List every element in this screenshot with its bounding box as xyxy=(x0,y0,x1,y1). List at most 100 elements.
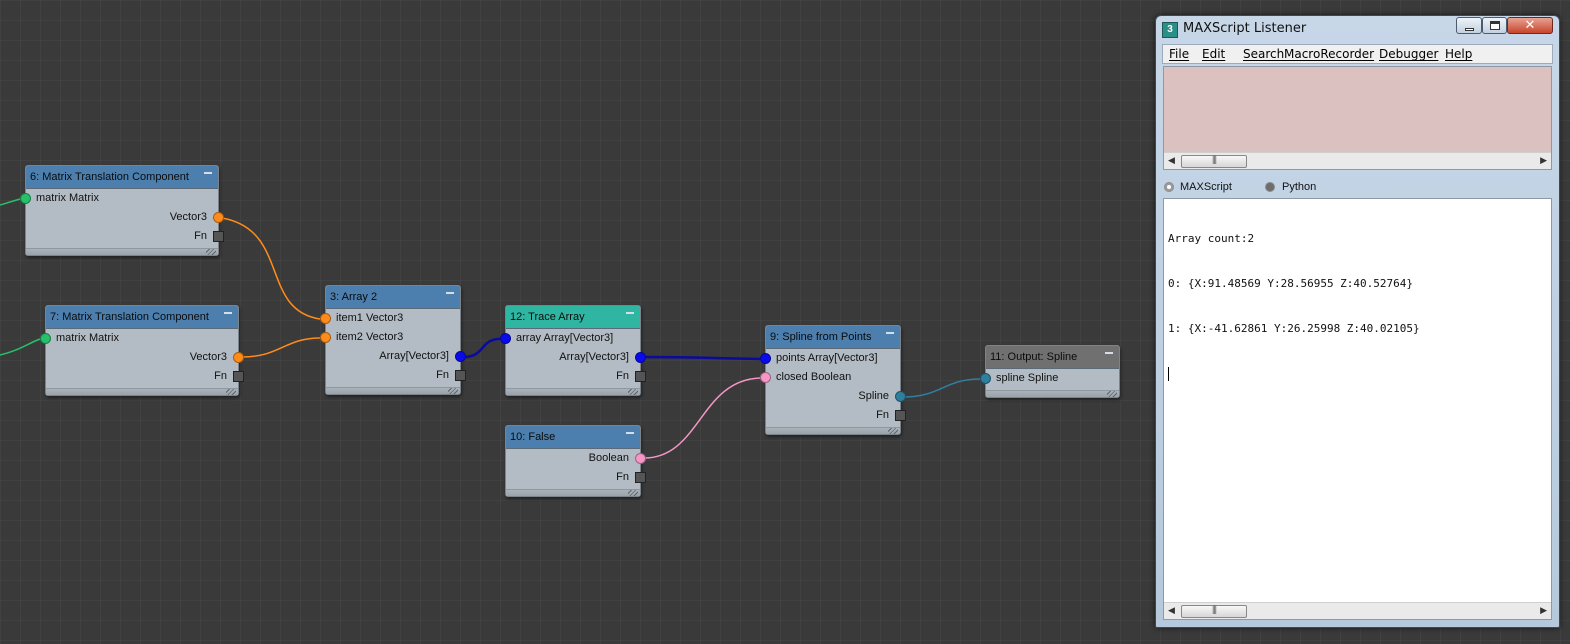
collapse-icon[interactable] xyxy=(885,330,895,336)
menu-macrorecorder[interactable]: MacroRecorder xyxy=(1284,47,1374,61)
node-12-header[interactable]: 12: Trace Array xyxy=(506,306,640,329)
scroll-left-icon[interactable]: ◀ xyxy=(1168,605,1175,616)
resize-grip-icon[interactable] xyxy=(326,387,460,394)
fn-port[interactable] xyxy=(455,370,466,381)
port-label: points Array[Vector3] xyxy=(776,352,878,364)
matrix-input-port[interactable] xyxy=(40,333,51,344)
boolean-input-port[interactable] xyxy=(760,372,771,383)
node-3-output-array: Array[Vector3] xyxy=(326,347,466,366)
node-9-fn: Fn xyxy=(766,406,906,425)
output-text: Array count:2 0: {X:91.48569 Y:28.56955 … xyxy=(1168,201,1420,411)
fn-port[interactable] xyxy=(233,371,244,382)
boolean-output-port[interactable] xyxy=(635,453,646,464)
node-6-header[interactable]: 6: Matrix Translation Component xyxy=(26,166,218,189)
menu-bar: File Edit Search MacroRecorder Debugger … xyxy=(1162,44,1553,64)
menu-file[interactable]: File xyxy=(1169,47,1189,61)
fn-port[interactable] xyxy=(635,472,646,483)
vector3-output-port[interactable] xyxy=(233,352,244,363)
matrix-input-port[interactable] xyxy=(20,193,31,204)
port-label: spline Spline xyxy=(996,372,1059,384)
port-label: matrix Matrix xyxy=(36,192,99,204)
minimize-button[interactable] xyxy=(1456,17,1482,34)
maxscript-radio-label[interactable]: MAXScript xyxy=(1180,181,1232,193)
resize-grip-icon[interactable] xyxy=(26,248,218,255)
node-10-false[interactable]: 10: False Boolean Fn xyxy=(505,425,646,497)
port-label: matrix Matrix xyxy=(56,332,119,344)
array-output-port[interactable] xyxy=(635,352,646,363)
spline-output-port[interactable] xyxy=(895,391,906,402)
array-input-port[interactable] xyxy=(500,333,511,344)
output-line: 1: {X:-41.62861 Y:26.25998 Z:40.02105} xyxy=(1168,322,1420,335)
node-11-output-spline[interactable]: 11: Output: Spline spline Spline xyxy=(980,345,1120,398)
horizontal-scrollbar[interactable]: ◀ ▶ xyxy=(1164,152,1551,169)
python-radio-label[interactable]: Python xyxy=(1282,181,1316,193)
resize-grip-icon[interactable] xyxy=(506,388,640,395)
port-label: Vector3 xyxy=(189,351,227,363)
vector3-output-port[interactable] xyxy=(213,212,224,223)
scroll-right-icon[interactable]: ▶ xyxy=(1540,605,1547,616)
resize-grip-icon[interactable] xyxy=(766,427,900,434)
node-7-output-vector3: Vector3 xyxy=(46,348,244,367)
node-9-output-spline: Spline xyxy=(766,387,906,406)
resize-grip-icon[interactable] xyxy=(506,489,640,496)
maximize-button[interactable] xyxy=(1482,17,1507,34)
collapse-icon[interactable] xyxy=(203,170,213,176)
collapse-icon[interactable] xyxy=(625,310,635,316)
scroll-left-icon[interactable]: ◀ xyxy=(1168,155,1175,166)
node-9-title: 9: Spline from Points xyxy=(770,331,872,343)
node-9-input-points: points Array[Vector3] xyxy=(760,349,900,368)
menu-help[interactable]: Help xyxy=(1445,47,1472,61)
python-radio[interactable] xyxy=(1265,182,1275,192)
spline-input-port[interactable] xyxy=(980,373,991,384)
collapse-icon[interactable] xyxy=(223,310,233,316)
maxscript-radio[interactable] xyxy=(1164,182,1174,192)
node-7-header[interactable]: 7: Matrix Translation Component xyxy=(46,306,238,329)
fn-port[interactable] xyxy=(635,371,646,382)
node-12-trace-array[interactable]: 12: Trace Array array Array[Vector3] Arr… xyxy=(500,305,646,396)
listener-output-pane[interactable]: Array count:2 0: {X:91.48569 Y:28.56955 … xyxy=(1163,198,1552,620)
output-line: Array count:2 xyxy=(1168,232,1255,245)
window-title: MAXScript Listener xyxy=(1183,21,1307,36)
node-10-header[interactable]: 10: False xyxy=(506,426,640,449)
horizontal-scrollbar[interactable]: ◀ ▶ xyxy=(1164,602,1551,619)
node-6-matrix-translation[interactable]: 6: Matrix Translation Component matrix M… xyxy=(20,165,224,256)
vector3-input-port[interactable] xyxy=(320,332,331,343)
close-button[interactable] xyxy=(1507,17,1553,34)
title-bar[interactable]: 3 MAXScript Listener xyxy=(1156,16,1559,42)
node-10-fn: Fn xyxy=(506,468,646,487)
collapse-icon[interactable] xyxy=(625,430,635,436)
wire-false-to-spline-closed xyxy=(643,377,761,459)
scroll-thumb[interactable] xyxy=(1181,154,1247,168)
node-3-input-item1: item1 Vector3 xyxy=(320,309,460,328)
maxscript-listener-window[interactable]: 3 MAXScript Listener File Edit Search Ma… xyxy=(1155,15,1560,628)
node-9-header[interactable]: 9: Spline from Points xyxy=(766,326,900,349)
collapse-icon[interactable] xyxy=(445,290,455,296)
collapse-icon[interactable] xyxy=(1104,350,1114,356)
resize-grip-icon[interactable] xyxy=(986,390,1119,397)
port-label: closed Boolean xyxy=(776,371,852,383)
node-12-title: 12: Trace Array xyxy=(510,311,585,323)
array-input-port[interactable] xyxy=(760,353,771,364)
menu-edit[interactable]: Edit xyxy=(1202,47,1225,61)
menu-debugger[interactable]: Debugger xyxy=(1379,47,1438,61)
node-11-input-spline: spline Spline xyxy=(980,369,1119,388)
wire-trace-to-spline-points xyxy=(643,355,761,361)
node-3-input-item2: item2 Vector3 xyxy=(320,328,460,347)
node-3-header[interactable]: 3: Array 2 xyxy=(326,286,460,309)
vector3-input-port[interactable] xyxy=(320,313,331,324)
scroll-right-icon[interactable]: ▶ xyxy=(1540,155,1547,166)
output-line: 0: {X:91.48569 Y:28.56955 Z:40.52764} xyxy=(1168,277,1414,290)
node-11-header[interactable]: 11: Output: Spline xyxy=(986,346,1119,369)
node-3-array-2[interactable]: 3: Array 2 item1 Vector3 item2 Vector3 A… xyxy=(320,285,466,395)
fn-port[interactable] xyxy=(895,410,906,421)
fn-port[interactable] xyxy=(213,231,224,242)
macro-recorder-pane[interactable]: ◀ ▶ xyxy=(1163,66,1552,170)
array-output-port[interactable] xyxy=(455,351,466,362)
scroll-thumb[interactable] xyxy=(1181,604,1247,618)
node-9-spline-from-points[interactable]: 9: Spline from Points points Array[Vecto… xyxy=(760,325,906,435)
wire-matrix-to-node7 xyxy=(0,338,41,356)
resize-grip-icon[interactable] xyxy=(46,388,238,395)
node-7-matrix-translation[interactable]: 7: Matrix Translation Component matrix M… xyxy=(40,305,244,396)
port-label: Boolean xyxy=(588,452,629,464)
menu-search[interactable]: Search xyxy=(1243,47,1284,61)
